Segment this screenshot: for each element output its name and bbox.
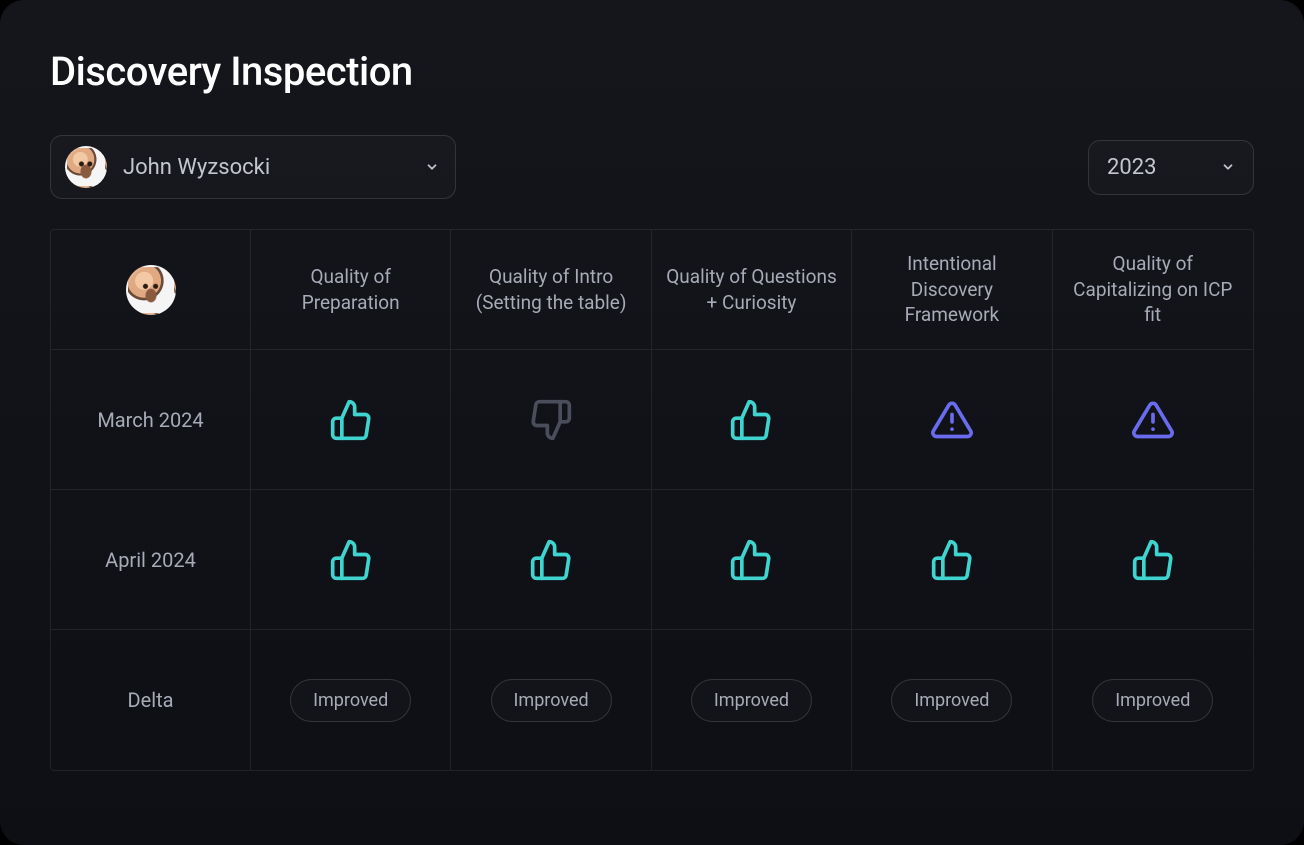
warning-icon [1131, 398, 1175, 442]
thumbs-down-icon [529, 398, 573, 442]
table-cell: Improved [1053, 630, 1253, 770]
status-badge: Improved [891, 679, 1012, 722]
table-cell [652, 350, 852, 490]
status-badge: Improved [1092, 679, 1213, 722]
table-cell: Improved [652, 630, 852, 770]
table-cell [852, 350, 1052, 490]
person-name: John Wyzsocki [123, 155, 409, 180]
table-cell: Improved [852, 630, 1052, 770]
avatar [126, 265, 176, 315]
header-avatar-cell [51, 230, 251, 350]
table-cell: Improved [251, 630, 451, 770]
thumbs-up-icon [529, 538, 573, 582]
thumbs-up-icon [729, 398, 773, 442]
thumbs-up-icon [729, 538, 773, 582]
avatar [65, 146, 107, 188]
column-header: Quality of Capitalizing on ICP fit [1053, 230, 1253, 350]
table-cell [251, 490, 451, 630]
column-header: Quality of Intro (Setting the table) [451, 230, 651, 350]
year-selector[interactable]: 2023 [1088, 140, 1254, 195]
thumbs-up-icon [329, 398, 373, 442]
page-title: Discovery Inspection [50, 48, 1254, 95]
controls-row: John Wyzsocki 2023 [50, 135, 1254, 199]
year-value: 2023 [1107, 155, 1205, 180]
column-header: Intentional Discovery Framework [852, 230, 1052, 350]
warning-icon [930, 398, 974, 442]
thumbs-up-icon [1131, 538, 1175, 582]
chevron-down-icon [425, 160, 439, 174]
status-badge: Improved [290, 679, 411, 722]
table-cell: Improved [451, 630, 651, 770]
table-cell [251, 350, 451, 490]
thumbs-up-icon [930, 538, 974, 582]
table-cell [451, 490, 651, 630]
column-header: Quality of Questions + Curiosity [652, 230, 852, 350]
discovery-inspection-panel: Discovery Inspection John Wyzsocki 2023 … [0, 0, 1304, 845]
chevron-down-icon [1221, 160, 1235, 174]
table-cell [1053, 490, 1253, 630]
status-badge: Improved [491, 679, 612, 722]
row-label: March 2024 [51, 350, 251, 490]
table-cell [652, 490, 852, 630]
table-cell [852, 490, 1052, 630]
thumbs-up-icon [329, 538, 373, 582]
column-header: Quality of Preparation [251, 230, 451, 350]
inspection-table: Quality of Preparation Quality of Intro … [50, 229, 1254, 771]
row-label: April 2024 [51, 490, 251, 630]
table-cell [451, 350, 651, 490]
person-selector[interactable]: John Wyzsocki [50, 135, 456, 199]
table-cell [1053, 350, 1253, 490]
row-label: Delta [51, 630, 251, 770]
status-badge: Improved [691, 679, 812, 722]
